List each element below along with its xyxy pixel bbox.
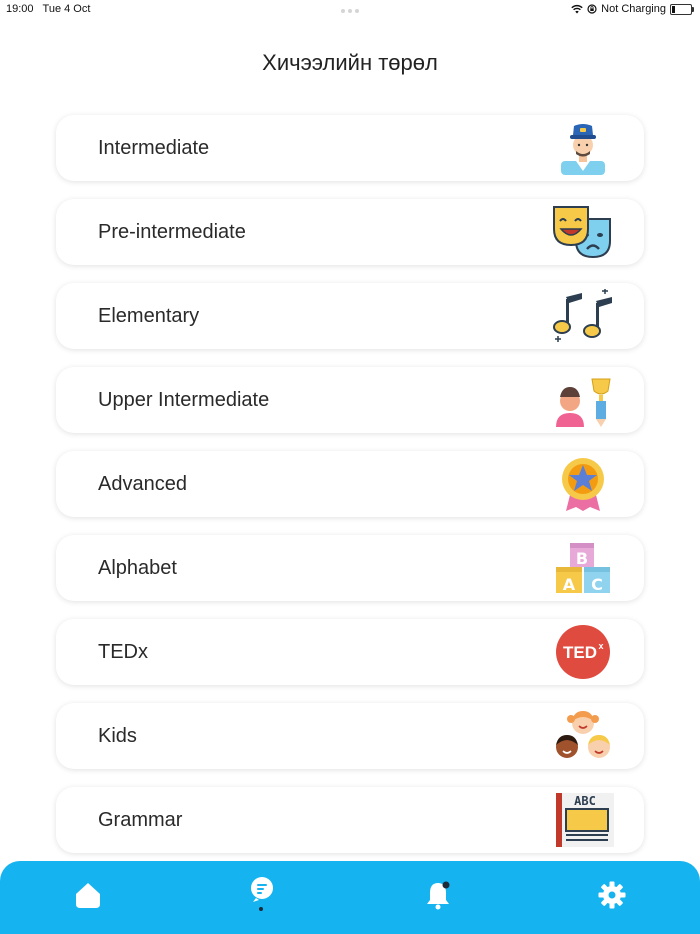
- tab-lessons[interactable]: [246, 873, 278, 905]
- multitask-grabber[interactable]: [341, 9, 359, 13]
- svg-text:B: B: [576, 549, 588, 568]
- tab-notifications[interactable]: [422, 879, 454, 911]
- category-kids[interactable]: Kids: [56, 703, 644, 769]
- bell-icon: [427, 881, 450, 910]
- category-label: Alphabet: [98, 557, 177, 579]
- category-intermediate[interactable]: Intermediate: [56, 115, 644, 181]
- music-notes-icon: [553, 289, 612, 342]
- category-label: TEDx: [98, 641, 148, 663]
- lessons-icon: [251, 877, 273, 902]
- tedx-icon-superscript: x: [598, 641, 603, 651]
- category-grammar[interactable]: Grammar ABC: [56, 787, 644, 853]
- grammar-icon-text: ABC: [574, 794, 596, 808]
- status-date: Tue 4 Oct: [42, 3, 91, 15]
- status-time: 19:00: [6, 3, 34, 15]
- tab-settings[interactable]: [596, 879, 628, 911]
- category-label: Elementary: [98, 305, 200, 327]
- status-time-date: 19:00 Tue 4 Oct: [6, 3, 90, 15]
- category-label: Grammar: [98, 809, 183, 831]
- orientation-lock-icon: [587, 4, 597, 14]
- category-list: Intermediate Pre-intermediate Elementary: [56, 115, 644, 871]
- category-label: Pre-intermediate: [98, 221, 246, 243]
- battery-icon: [670, 3, 694, 15]
- tedx-icon-text: TED: [563, 643, 597, 662]
- charging-status: Not Charging: [601, 3, 666, 15]
- category-upper-intermediate[interactable]: Upper Intermediate: [56, 367, 644, 433]
- student-trophy-icon: [556, 378, 611, 427]
- category-pre-intermediate[interactable]: Pre-intermediate: [56, 199, 644, 265]
- page-title: Хичээлийн төрөл: [262, 50, 438, 75]
- category-alphabet[interactable]: Alphabet B A C: [56, 535, 644, 601]
- category-tedx[interactable]: TEDx TED x: [56, 619, 644, 685]
- tab-home[interactable]: [72, 879, 104, 911]
- abc-blocks-icon: B A C: [556, 543, 610, 594]
- category-label: Intermediate: [98, 137, 210, 159]
- category-label: Advanced: [98, 473, 187, 495]
- kids-icon: [556, 711, 610, 758]
- tedx-icon: TED x: [556, 625, 610, 679]
- category-label: Upper Intermediate: [98, 389, 270, 411]
- active-tab-indicator: [259, 907, 263, 911]
- captain-icon: [561, 124, 605, 175]
- grammar-board-icon: ABC: [556, 793, 614, 847]
- gear-icon: [598, 881, 626, 909]
- bottom-tab-bar: [0, 861, 700, 934]
- category-label: Kids: [98, 725, 137, 747]
- status-right: Not Charging: [571, 3, 694, 15]
- home-icon: [76, 883, 100, 908]
- svg-text:C: C: [591, 575, 603, 594]
- star-medal-icon: [562, 458, 604, 511]
- status-bar: 19:00 Tue 4 Oct Not Charging: [0, 0, 700, 18]
- wifi-icon: [571, 4, 583, 14]
- category-elementary[interactable]: Elementary: [56, 283, 644, 349]
- category-advanced[interactable]: Advanced: [56, 451, 644, 517]
- theater-masks-icon: [553, 206, 611, 259]
- svg-text:A: A: [563, 575, 576, 594]
